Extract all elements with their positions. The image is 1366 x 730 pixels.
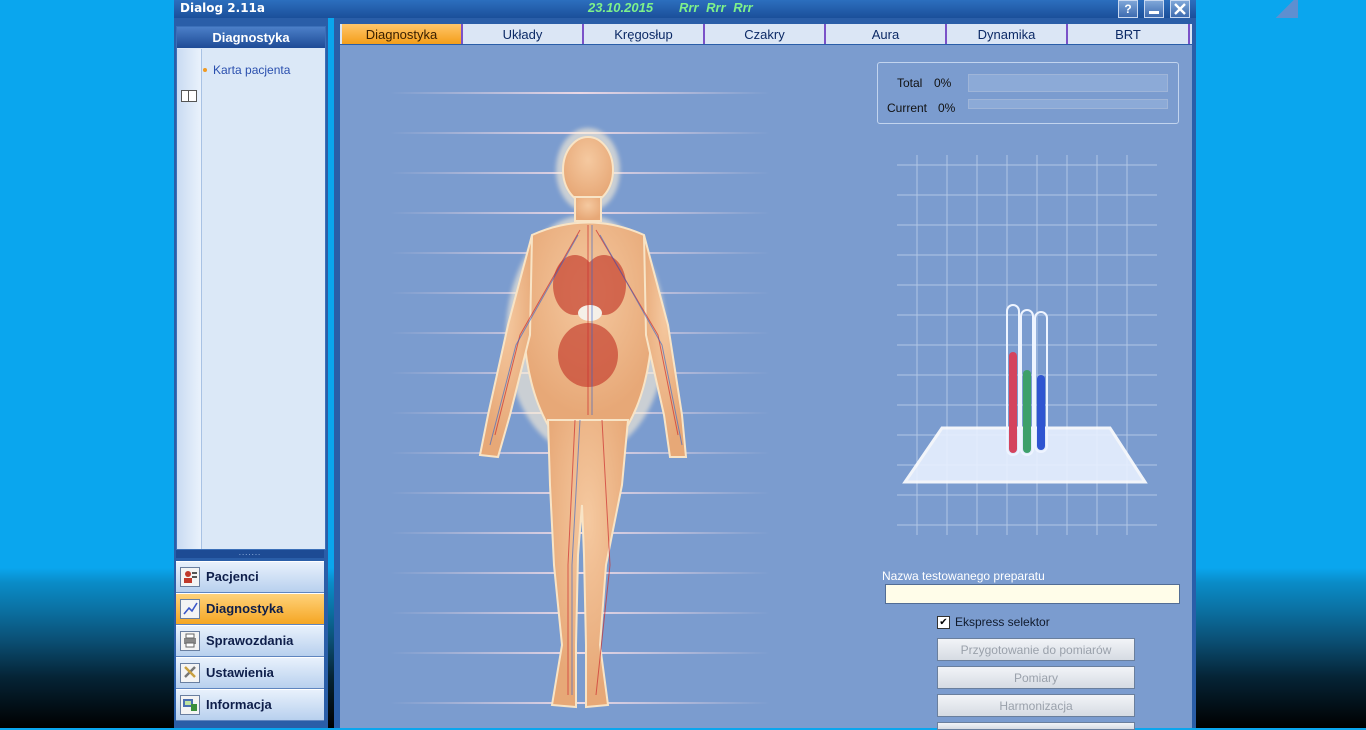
nav-label: Ustawienia: [206, 665, 274, 680]
nav-sprawozdania[interactable]: Sprawozdania: [176, 625, 324, 657]
tab-aura[interactable]: Aura: [826, 24, 947, 44]
help-icon: ?: [1124, 2, 1132, 16]
nav-label: Sprawozdania: [206, 633, 294, 648]
info-icon: [180, 695, 200, 715]
nav-informacja[interactable]: Informacja: [176, 689, 324, 721]
title-date: 23.10.2015: [588, 0, 654, 15]
minimize-button[interactable]: [1144, 0, 1164, 18]
nav-diagnostyka[interactable]: Diagnostyka: [176, 593, 324, 625]
minimize-icon: [1149, 11, 1159, 14]
tools-icon: [180, 663, 200, 683]
human-body-illustration: [478, 128, 688, 709]
nav-label: Informacja: [206, 697, 272, 712]
next-action-button[interactable]: [937, 722, 1135, 730]
current-label: Current: [887, 101, 928, 115]
total-progress-bar: [968, 74, 1168, 92]
tab-dynamika[interactable]: Dynamika: [947, 24, 1068, 44]
title-bar-decoration: [1272, 0, 1298, 18]
close-icon: [1174, 3, 1186, 15]
total-value: 0%: [934, 76, 952, 90]
tab-czakry[interactable]: Czakry: [705, 24, 826, 44]
test-tubes: [1006, 304, 1048, 456]
title-status: Rrr Rrr Rrr: [679, 0, 753, 15]
tab-uklady[interactable]: Układy: [463, 24, 584, 44]
printer-icon: [180, 631, 200, 651]
tab-kregoslup[interactable]: Kręgosłup: [584, 24, 705, 44]
title-bar: Dialog 2.11a 23.10.2015 Rrr Rrr Rrr ?: [174, 0, 1298, 18]
progress-box: Total 0% Current 0%: [877, 62, 1179, 124]
express-label: Ekspress selektor: [955, 615, 1050, 629]
prepare-measurements-button[interactable]: Przygotowanie do pomiarów: [937, 638, 1135, 661]
bullet-icon: [203, 68, 207, 72]
help-button[interactable]: ?: [1118, 0, 1138, 18]
nav-pacjenci[interactable]: Pacjenci: [176, 561, 324, 593]
express-checkbox[interactable]: ✔: [937, 616, 950, 629]
preparation-label: Nazwa testowanego preparatu: [882, 569, 1045, 583]
main-panel: Total 0% Current 0% Nazwa testowanego pr…: [340, 45, 1192, 730]
tab-diagnostyka[interactable]: Diagnostyka: [342, 24, 463, 44]
total-label: Total: [897, 76, 923, 90]
measurements-button[interactable]: Pomiary: [937, 666, 1135, 689]
harmonization-button[interactable]: Harmonizacja: [937, 694, 1135, 717]
tree-item-label: Karta pacjenta: [213, 63, 291, 77]
tree-item-karta-pacjenta[interactable]: Karta pacjenta: [203, 63, 295, 78]
test-tube-graph: [897, 155, 1157, 535]
preparation-input[interactable]: [885, 584, 1180, 604]
current-progress-bar: [968, 99, 1168, 109]
nav-label: Pacjenci: [206, 569, 259, 584]
book-icon: [181, 90, 197, 102]
left-panel: Diagnostyka Karta pacjenta: [176, 26, 326, 550]
close-button[interactable]: [1170, 0, 1190, 18]
nav-label: Diagnostyka: [206, 601, 284, 616]
body-figure-area[interactable]: [390, 85, 770, 728]
nav-ustawienia[interactable]: Ustawienia: [176, 657, 324, 689]
app-title: Dialog 2.11a: [180, 1, 266, 15]
patients-icon: [180, 567, 200, 587]
current-value: 0%: [938, 101, 956, 115]
left-panel-header: Diagnostyka: [177, 27, 325, 48]
panel-splitter[interactable]: .......: [176, 549, 324, 558]
left-panel-strip: [177, 49, 202, 549]
diagnostics-icon: [180, 599, 200, 619]
tab-bar: Diagnostyka Układy Kręgosłup Czakry Aura…: [340, 24, 1192, 44]
tab-brt[interactable]: BRT: [1068, 24, 1190, 44]
